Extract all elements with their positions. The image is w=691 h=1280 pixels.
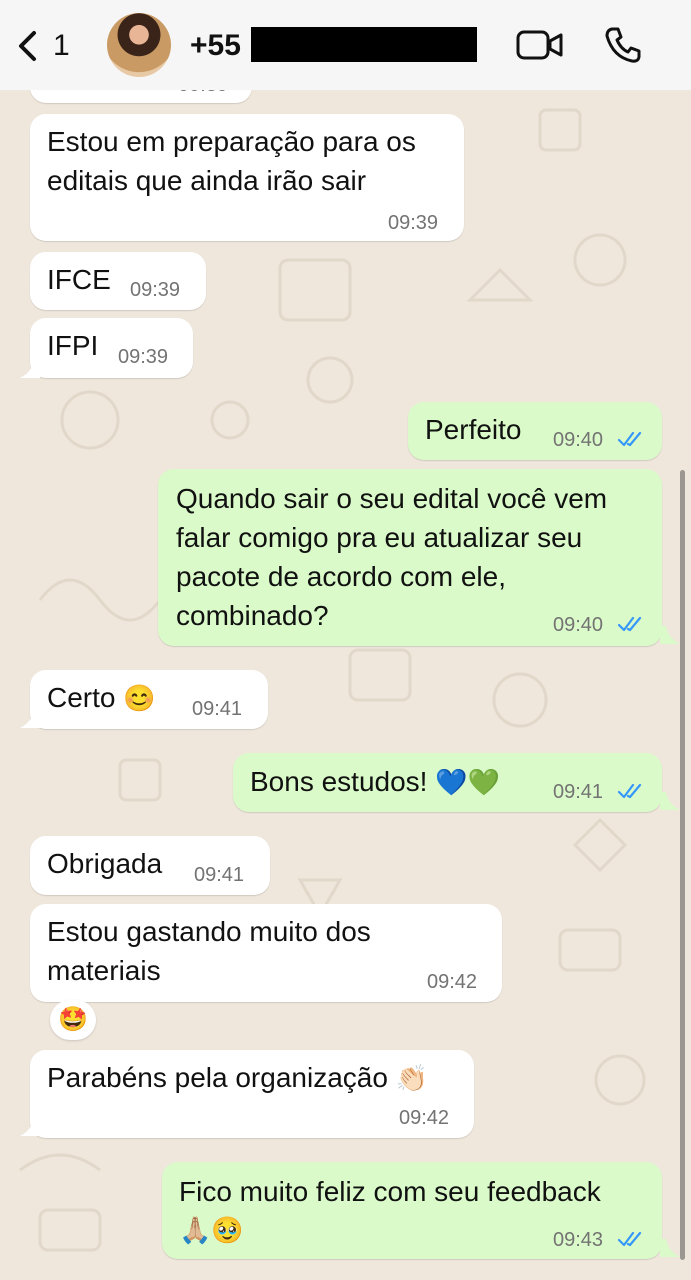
message-text: Bons estudos! 💙💚 (250, 762, 500, 802)
unread-count[interactable]: 1 (53, 28, 70, 64)
read-ticks-icon (618, 783, 642, 799)
scrollbar[interactable] (680, 470, 685, 1260)
message-bubble-incoming[interactable]: IFCE 09:39 (30, 252, 206, 310)
message-line: Fico muito feliz com seu feedback (179, 1176, 601, 1207)
message-time: 09:39 (118, 346, 169, 368)
read-ticks-icon (618, 1231, 642, 1247)
clapping-emoji: 👏🏻 (395, 1063, 429, 1093)
message-time: 09:39 (388, 212, 439, 234)
message-line: materiais (47, 955, 161, 986)
message-text: Fico muito feliz com seu feedback 🙏🏼🥹 (179, 1172, 601, 1250)
message-bubble-outgoing[interactable]: Quando sair o seu edital você vem falar … (158, 469, 662, 646)
message-line: falar comigo pra eu atualizar seu (176, 522, 583, 553)
bubble-tail (20, 1118, 40, 1136)
message-text: Obrigada (47, 848, 163, 879)
message-text: Estou em preparação para os editais que … (47, 122, 416, 200)
read-ticks-icon (618, 616, 642, 632)
message-reaction[interactable]: 🤩 (50, 1000, 96, 1040)
message-bubble-incoming[interactable]: Certo 😊 09:41 (30, 670, 268, 729)
message-text: Parabéns pela organização 👏🏻 (47, 1058, 428, 1098)
message-time: 09:42 (399, 1107, 450, 1129)
bubble-tail (20, 710, 40, 728)
message-bubble-outgoing[interactable]: Bons estudos! 💙💚 09:41 (233, 753, 662, 812)
message-text: Perfeito (425, 414, 522, 445)
message-text-content: Certo (47, 682, 116, 713)
message-time: 09:41 (192, 698, 243, 720)
message-text: Quando sair o seu edital você vem falar … (176, 479, 607, 635)
message-line: Estou gastando muito dos (47, 916, 371, 947)
message-bubble-outgoing[interactable]: Fico muito feliz com seu feedback 🙏🏼🥹 09… (162, 1162, 662, 1259)
contact-avatar[interactable] (107, 13, 171, 77)
message-bubble-incoming[interactable]: Obrigada 09:41 (30, 836, 270, 895)
message-bubble-incoming[interactable]: Estou gastando muito dos materiais 09:42 (30, 904, 502, 1002)
hearts-emoji: 💙💚 (435, 767, 500, 797)
message-line: pacote de acordo com ele, (176, 561, 506, 592)
message-bubble-incoming[interactable]: Estou em preparação para os editais que … (30, 114, 464, 241)
message-time: 09:40 (553, 429, 604, 451)
bubble-tail (660, 1239, 680, 1257)
message-text-content: Bons estudos! (250, 766, 428, 797)
message-line: Estou em preparação para os (47, 126, 416, 157)
message-time: 09:41 (553, 781, 604, 803)
message-text-content: Parabéns pela organização (47, 1062, 388, 1093)
message-line: editais que ainda irão sair (47, 165, 367, 196)
message-time: 09:39 (130, 279, 181, 301)
bubble-tail (660, 626, 680, 644)
bubble-tail (660, 792, 680, 810)
video-call-icon[interactable] (515, 27, 565, 63)
message-text: Estou gastando muito dos materiais (47, 912, 371, 990)
message-line: combinado? (176, 600, 329, 631)
message-line: Quando sair o seu edital você vem (176, 483, 608, 514)
back-chevron-icon[interactable] (14, 28, 44, 64)
message-time: 09:43 (553, 1229, 604, 1251)
praying-pleading-emoji: 🙏🏼🥹 (179, 1215, 244, 1245)
redacted-number (251, 27, 477, 62)
message-text: IFPI (47, 330, 99, 361)
message-time: 09:41 (194, 864, 245, 886)
phone-call-icon[interactable] (603, 25, 643, 65)
contact-number[interactable]: +55 (190, 27, 241, 65)
message-bubble-outgoing[interactable]: Perfeito 09:40 (408, 402, 662, 460)
bubble-tail (20, 360, 40, 378)
read-ticks-icon (618, 431, 642, 447)
message-time: 09:42 (427, 971, 478, 993)
message-bubble-incoming[interactable]: Parabéns pela organização 👏🏻 09:42 (30, 1050, 474, 1138)
smile-emoji: 😊 (123, 683, 156, 713)
message-time: 09:40 (553, 614, 604, 636)
chat-header: 1 +55 (0, 0, 691, 90)
message-bubble-incoming[interactable]: IFPI 09:39 (30, 318, 193, 378)
message-text: IFCE (47, 264, 111, 295)
message-text: Certo 😊 (47, 678, 156, 718)
